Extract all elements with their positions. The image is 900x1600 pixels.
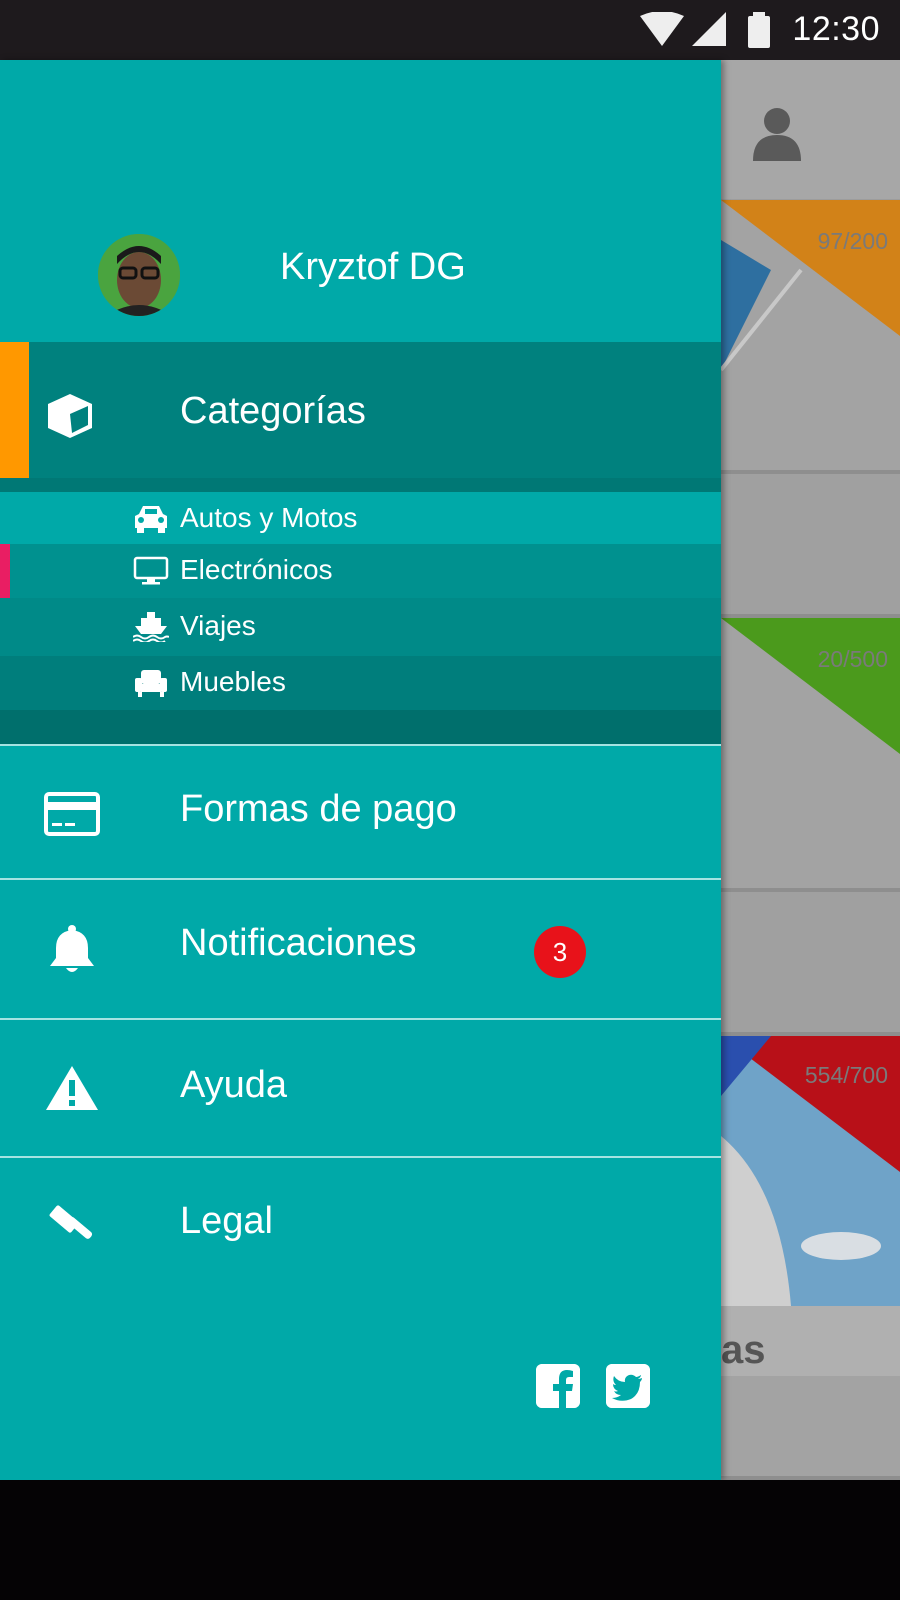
cube-icon (48, 394, 92, 438)
gavel-icon (49, 1205, 93, 1239)
monitor-icon (133, 556, 169, 585)
menu-item-label: Ayuda (180, 1064, 288, 1106)
subcategory-autos-motos[interactable]: Autos y Motos (0, 492, 721, 544)
menu-item-legal[interactable]: Legal (0, 1156, 721, 1298)
system-navigation-bar (0, 1480, 900, 1600)
avatar[interactable] (98, 234, 180, 316)
notification-badge: 3 (534, 926, 586, 978)
navigation-drawer: Kryztof DG Categorías Autos y Motos Elec… (0, 60, 721, 1480)
warning-icon (46, 1066, 98, 1110)
card-counter: 20/500 (817, 646, 888, 672)
menu-item-label: Categorías (180, 390, 366, 432)
status-icons (640, 12, 770, 48)
signal-icon (692, 12, 726, 46)
subcategory-muebles[interactable]: Muebles (0, 656, 721, 710)
twitter-icon[interactable] (606, 1364, 650, 1408)
menu-item-formas-de-pago[interactable]: Formas de pago (0, 744, 721, 880)
credit-card-icon (44, 792, 100, 836)
subcategory-accent (0, 544, 10, 598)
menu-item-label: Formas de pago (180, 788, 457, 830)
status-time: 12:30 (792, 10, 880, 48)
status-bar: 12:30 (0, 0, 900, 60)
menu-item-label: Notificaciones (180, 922, 417, 964)
card-title-fragment: as (721, 1328, 766, 1372)
subcategory-electronicos[interactable]: Electrónicos (0, 544, 721, 598)
armchair-icon (135, 670, 167, 697)
bell-icon (50, 925, 94, 972)
profile-name: Kryztof DG (280, 246, 466, 288)
card-counter: 554/700 (804, 1062, 888, 1088)
user-icon (753, 108, 801, 161)
menu-item-categorias[interactable]: Categorías (0, 342, 721, 478)
menu-item-ayuda[interactable]: Ayuda (0, 1018, 721, 1158)
card-counter: 97/200 (817, 228, 888, 254)
ship-icon (133, 612, 169, 642)
subcategory-label: Electrónicos (180, 554, 333, 585)
wifi-icon (640, 12, 684, 46)
subcategory-viajes[interactable]: Viajes (0, 598, 721, 656)
menu-item-label: Legal (180, 1200, 273, 1242)
facebook-icon[interactable] (536, 1364, 580, 1408)
car-icon (135, 506, 167, 533)
subcategory-label: Autos y Motos (180, 502, 358, 533)
subcategory-label: Muebles (180, 666, 286, 697)
subcategory-label: Viajes (180, 610, 256, 641)
battery-icon (748, 16, 770, 48)
menu-item-notificaciones[interactable]: Notificaciones 3 (0, 878, 721, 1020)
selected-accent (0, 342, 29, 478)
